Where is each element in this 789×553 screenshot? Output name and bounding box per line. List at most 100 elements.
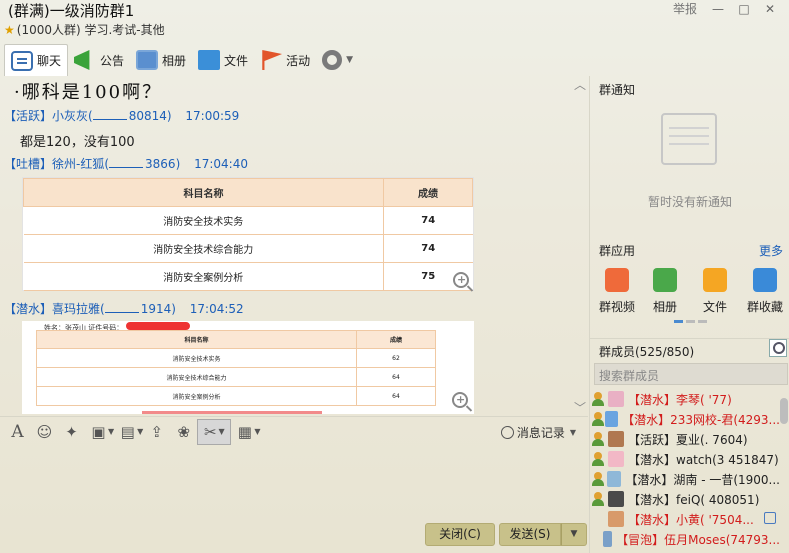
score-image[interactable]: 姓名：张茂山 证件号码： 科目名称 成绩 消防安全技术实务 62 消防安全技术综合… (22, 321, 474, 414)
message-header: 【吐槽】徐州-红狐(3866) 17:04:40 (4, 155, 248, 172)
emoji-button[interactable]: ☺ (31, 419, 58, 445)
avatar (608, 491, 624, 507)
table-header: 科目名称 (23, 178, 384, 207)
sender-id: 80814) (92, 109, 172, 123)
zoom-in-icon[interactable]: + (453, 272, 469, 288)
gift-button[interactable]: ❀ (170, 419, 197, 445)
online-status-icon (592, 472, 604, 486)
edit-icon[interactable] (764, 512, 776, 524)
close-window-button[interactable]: ✕ (757, 0, 783, 18)
zoom-in-icon[interactable]: + (452, 392, 468, 408)
app-file[interactable]: 文件 (692, 266, 738, 315)
magic-button[interactable]: ✦ (58, 419, 85, 445)
sender-name[interactable]: 徐州-红狐( (52, 157, 109, 171)
settings-menu[interactable]: ▼ (316, 45, 359, 75)
avatar (608, 431, 624, 447)
apps-more-link[interactable]: 更多 (759, 242, 783, 259)
member-item[interactable]: 【潜水】watch(3 451847) (590, 449, 780, 469)
app-group-video[interactable]: 群视频 (594, 266, 640, 315)
members-scrollbar[interactable] (779, 388, 789, 553)
member-search-input[interactable]: 搜索群成员 (594, 363, 788, 385)
table-row: 消防安全案例分析 64 (36, 386, 436, 406)
member-item[interactable]: 【潜水】233网校-君(4293... (590, 409, 780, 429)
scissors-icon: ✂ (203, 422, 217, 441)
online-status-icon (592, 492, 604, 506)
member-item[interactable]: 【潜水】湖南 - 一昔(1900... (590, 469, 780, 489)
image-icon: ▤ (120, 422, 135, 441)
message-time: 17:00:59 (185, 109, 240, 123)
close-button[interactable]: 关闭(C) (425, 523, 495, 546)
font-button[interactable]: A (4, 419, 31, 445)
tab-file-label: 文件 (224, 53, 249, 68)
members-header-bar: 群成员(525/850) (590, 338, 789, 360)
screenshot-button[interactable]: ✂ ▼ (197, 418, 232, 445)
minimize-button[interactable]: — (705, 0, 731, 18)
tab-chat[interactable]: 聊天 (4, 44, 69, 76)
message-header: 【活跃】小灰灰(80814) 17:00:59 (4, 107, 239, 124)
sender-name[interactable]: 小灰灰( (52, 109, 93, 123)
table-row: 消防安全技术综合能力 64 (36, 367, 436, 387)
scroll-down-icon[interactable]: ﹀ (574, 399, 586, 416)
tab-notice[interactable]: 公告 (68, 45, 130, 75)
app-label: 相册 (652, 300, 677, 314)
chevron-down-icon: ▼ (569, 428, 576, 437)
send-options-button[interactable]: ▼ (561, 523, 587, 546)
send-button[interactable]: 发送(S) (499, 523, 561, 546)
tab-file[interactable]: 文件 (192, 45, 254, 75)
apps-pager[interactable] (674, 320, 707, 323)
member-label: 【潜水】feiQ( 408051) (628, 492, 760, 507)
app-favorites[interactable]: 群收藏 (742, 266, 788, 315)
message-input[interactable] (0, 446, 588, 518)
online-status-icon (592, 452, 604, 466)
window-controls: 举报 — □ ✕ (665, 0, 783, 18)
bag-icon: ▣ (91, 422, 106, 441)
members-header: 群成员(525/850) (599, 345, 695, 359)
member-item[interactable]: 【活跃】夏业(. 7604) (590, 429, 780, 449)
member-item[interactable]: 【冒泡】伍月Moses(74793... (590, 529, 780, 549)
toolbox-icon: ▦ (237, 422, 252, 441)
table-header: 成绩 (356, 330, 436, 349)
input-toolbar: A ☺ ✦ ▣ ▼ ▤ ▼ ⇪ ❀ ✂ ▼ ▦ ▼ 消息记录 ▼ (0, 416, 588, 446)
message-history-button[interactable]: 消息记录 ▼ (500, 424, 576, 441)
report-link[interactable]: 举报 (665, 0, 705, 18)
sender-name[interactable]: 喜玛拉雅( (52, 302, 105, 316)
maximize-button[interactable]: □ (731, 0, 757, 18)
tab-activity[interactable]: 活动 (254, 45, 316, 75)
chevron-down-icon[interactable]: ▼ (254, 427, 260, 436)
message-text: 都是120，没有100 (20, 135, 135, 150)
apps-header: 群应用 (599, 244, 636, 258)
megaphone-icon (74, 50, 90, 70)
member-item[interactable]: 【潜水】feiQ( 408051) (590, 489, 780, 509)
score-table: 科目名称 成绩 消防安全技术实务 62 消防安全技术综合能力 64 消防安全案例分析… (36, 330, 436, 406)
scrollbar-thumb[interactable] (780, 398, 788, 424)
video-icon (605, 268, 629, 292)
gift-icon: ❀ (177, 422, 191, 441)
folder-icon (198, 50, 221, 70)
avatar (602, 531, 613, 547)
member-label: 【潜水】watch(3 451847) (628, 452, 779, 467)
app-label: 群视频 (598, 300, 635, 314)
clock-icon (500, 426, 514, 439)
search-icon[interactable] (769, 339, 787, 357)
chat-history[interactable]: ︿ ·哪科是100啊？ 【活跃】小灰灰(80814) 17:00:59 都是12… (0, 76, 588, 416)
member-label: 【活跃】夏业(. 7604) (628, 432, 748, 447)
tab-album[interactable]: 相册 (130, 45, 192, 75)
magic-wand-icon: ✦ (65, 422, 78, 441)
message-time: 17:04:52 (189, 302, 244, 316)
smiley-icon: ☺ (36, 422, 53, 441)
chevron-down-icon: ▼ (218, 427, 225, 436)
member-item[interactable]: 【潜水】小黄( '7504... (590, 509, 780, 529)
score-image[interactable]: 科目名称 成绩 消防安全技术实务 74 消防安全技术综合能力 74 消防安全案例分析… (22, 177, 474, 291)
sender-id: 1914) (104, 302, 176, 316)
scroll-up-icon[interactable]: ︿ (574, 76, 586, 93)
member-item[interactable]: 【潜水】李琴( '77) (590, 389, 780, 409)
picture-icon (653, 268, 677, 292)
member-label: 【潜水】小黄( '7504... (628, 512, 754, 527)
app-label: 文件 (702, 300, 727, 314)
upload-button[interactable]: ⇪ (143, 419, 170, 445)
message-history-label: 消息记录 (516, 426, 565, 440)
member-tag: 【潜水】 (4, 302, 53, 316)
message-time: 17:04:40 (194, 157, 248, 171)
table-row: 消防安全技术实务 74 (23, 206, 473, 235)
app-album[interactable]: 相册 (642, 266, 688, 315)
